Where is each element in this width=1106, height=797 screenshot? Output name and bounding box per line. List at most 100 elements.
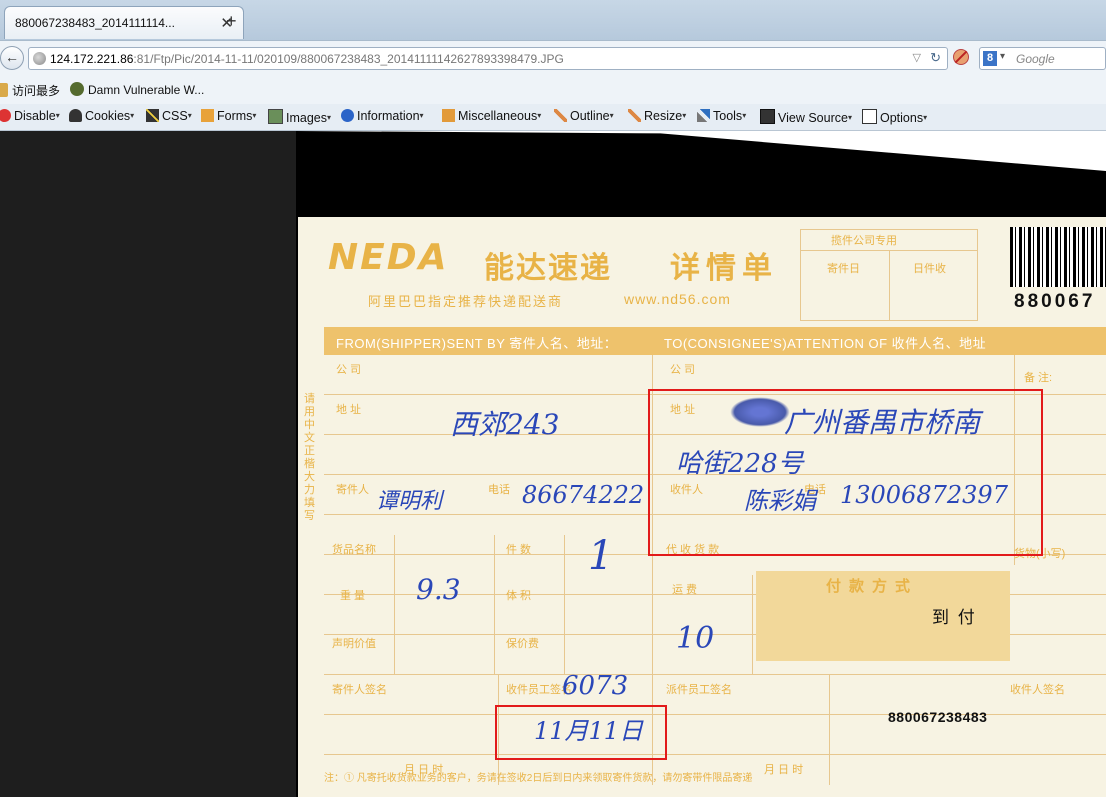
menu-label: Tools	[713, 109, 743, 123]
company-label-to: 公 司	[670, 364, 696, 376]
form-title: 详情单	[670, 252, 778, 285]
menu-information[interactable]: Information▾	[341, 109, 424, 123]
website: www.nd56.com	[624, 291, 731, 307]
image-viewport: NEDA 能达速递 详情单 阿里巴巴指定推荐快递配送商 www.nd56.com…	[0, 131, 1106, 797]
hw-fee: 10	[676, 621, 715, 656]
menu-label: Information	[357, 109, 420, 123]
menu-view-source[interactable]: View Source▾	[760, 109, 852, 125]
info-icon	[341, 109, 354, 122]
hw-shipper-name: 谭明利	[376, 489, 443, 514]
web-developer-toolbar: Disable▾ Cookies▾ CSS▾ Forms▾ Images▾ In…	[0, 104, 1106, 131]
menu-label: Forms	[217, 109, 253, 123]
menu-outline[interactable]: Outline▾	[554, 109, 614, 123]
view-source-icon	[760, 109, 775, 124]
url-path: :81/Ftp/Pic/2014-11-11/020109/8800672384…	[133, 52, 564, 66]
company-stamp-box: 揽件公司专用 寄件日 日件收	[800, 229, 978, 321]
hw-weight: 9.3	[416, 573, 461, 606]
divider	[494, 535, 495, 675]
neda-logo: NEDA	[328, 237, 449, 278]
insurance-label: 保价费	[506, 638, 539, 650]
payment-title: 付款方式	[826, 578, 919, 595]
to-label: TO(CONSIGNEE'S)ATTENTION OF 收件人名、地址	[664, 336, 987, 351]
divider	[889, 250, 890, 320]
hw-from-address: 西郊243	[450, 408, 560, 441]
hw-courier-id: 6073	[562, 671, 629, 701]
footer-note: 注：① 凡寄托收货款业务的客户，务请在签收2日后到日内来领取寄件货款，请勿寄带件…	[324, 773, 753, 784]
qty-label: 件 数	[506, 544, 532, 556]
options-icon	[862, 109, 877, 124]
menu-label: CSS	[162, 109, 188, 123]
new-tab-button[interactable]: +	[226, 11, 237, 32]
back-button[interactable]: ←	[0, 46, 24, 70]
menu-tools[interactable]: Tools▾	[697, 109, 746, 123]
menu-images[interactable]: Images▾	[268, 109, 331, 125]
bookmark-label: Damn Vulnerable W...	[88, 83, 205, 97]
slogan: 阿里巴巴指定推荐快递配送商	[368, 294, 564, 309]
divider	[829, 675, 830, 785]
from-to-header: FROM(SHIPPER)SENT BY 寄件人名、地址： TO(CONSIGN…	[324, 327, 1106, 355]
tracking-number: 880067238483	[888, 709, 988, 725]
menu-resize[interactable]: Resize▾	[628, 109, 686, 123]
bookmark-most-visited[interactable]: 访问最多	[0, 82, 60, 99]
hw-shipper-phone: 86674222	[522, 481, 645, 509]
url-host: 124.172.221.86	[50, 52, 134, 66]
tab-active[interactable]: 880067238483_2014111114... ✕	[4, 6, 244, 39]
reload-icon[interactable]: ↻	[930, 50, 941, 66]
search-box[interactable]: 8 ▾ Google	[979, 47, 1106, 70]
url-bar[interactable]: 124.172.221.86:81/Ftp/Pic/2014-11-11/020…	[28, 47, 948, 70]
chevron-down-icon[interactable]: ▾	[1000, 51, 1005, 62]
bookmarks-bar: 访问最多 Damn Vulnerable W...	[0, 77, 1106, 104]
stamp-label: 寄件日	[827, 263, 860, 275]
fee-label: 运 费	[672, 584, 698, 596]
folder-icon	[0, 83, 8, 97]
address-label: 地 址	[336, 404, 362, 416]
date-label-delivery: 月 日 时	[764, 764, 804, 776]
from-label: FROM(SHIPPER)SENT BY 寄件人名、地址：	[336, 336, 618, 351]
stamp-title: 揽件公司专用	[831, 235, 897, 247]
outline-pencil-icon	[554, 109, 567, 122]
search-engine-icon[interactable]: 8	[983, 51, 997, 66]
cookies-icon	[69, 109, 82, 122]
menu-css[interactable]: CSS▾	[146, 109, 192, 123]
company-label: 公 司	[336, 364, 362, 376]
menu-forms[interactable]: Forms▾	[201, 109, 256, 123]
item-label: 货品名称	[332, 544, 376, 556]
remark-label: 备 注:	[1024, 372, 1053, 384]
menu-label: Outline	[570, 109, 610, 123]
tab-bar: 880067238483_2014111114... ✕ +	[0, 0, 1106, 40]
divider	[752, 575, 753, 675]
menu-label: Miscellaneous	[458, 109, 538, 123]
menu-miscellaneous[interactable]: Miscellaneous▾	[442, 109, 541, 123]
navigation-bar: ← 124.172.221.86:81/Ftp/Pic/2014-11-11/0…	[0, 40, 1106, 77]
bookmark-dvwa[interactable]: Damn Vulnerable W...	[70, 82, 204, 97]
menu-label: Cookies	[85, 109, 131, 123]
globe-icon	[33, 52, 46, 65]
payment-method-box: 付款方式 到 付	[756, 571, 1010, 661]
tab-title: 880067238483_2014111114...	[15, 16, 175, 30]
disable-icon	[0, 109, 11, 122]
css-wand-icon	[146, 109, 159, 122]
forms-icon	[201, 109, 214, 122]
menu-label: Resize	[644, 109, 683, 123]
payment-cod: 到 付	[932, 608, 977, 627]
block-icon[interactable]	[953, 49, 969, 65]
declared-value-label: 声明价值	[332, 638, 376, 650]
misc-icon	[442, 109, 455, 122]
stamp-label: 日件收	[913, 263, 946, 275]
menu-cookies[interactable]: Cookies▾	[69, 109, 134, 123]
images-icon	[268, 109, 283, 124]
resize-pencil-icon	[628, 109, 641, 122]
side-instruction: 请用中文正楷大力填写	[304, 393, 315, 522]
url-text: 124.172.221.86:81/Ftp/Pic/2014-11-11/020…	[50, 52, 564, 66]
dvwa-icon	[70, 82, 84, 96]
receiver-sign-label: 收件人签名	[1010, 684, 1065, 696]
bookmark-label: 访问最多	[12, 84, 61, 98]
divider	[564, 535, 565, 675]
menu-options[interactable]: Options▾	[862, 109, 927, 125]
divider	[394, 535, 395, 675]
menu-disable[interactable]: Disable▾	[0, 109, 60, 123]
search-placeholder[interactable]: Google	[1016, 52, 1055, 66]
highlight-box-date	[495, 705, 667, 760]
delivery-staff-label: 派件员工签名	[666, 684, 732, 696]
url-dropdown-icon[interactable]: ▽	[913, 51, 921, 64]
